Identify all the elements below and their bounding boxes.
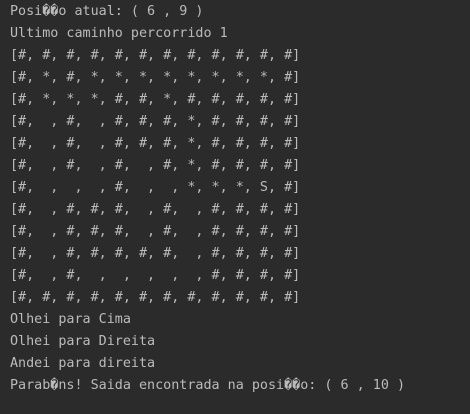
maze-row: [#, , #, , #, #, #, *, #, #, #, #] [10,136,301,151]
maze-row: [#, , #, #, #, #, #, , #, #, #, #] [10,246,301,261]
log-line: Olhei para Direita [10,334,156,349]
maze-row: [#, , , , #, , , *, *, *, S, #] [10,180,301,195]
current-position-line: Posi��o atual: ( 6 , 9 ) [10,4,204,19]
log-line: Andei para direita [10,356,156,371]
maze-row: [#, , #, #, #, , #, , #, #, #, #] [10,224,301,239]
exit-found-line: Parab�ns! Saida encontrada na posi��o: (… [10,378,406,393]
maze-row: [#, , #, #, #, , #, , #, #, #, #] [10,202,301,217]
console-output: Posi��o atual: ( 6 , 9 ) Ultimo caminho … [0,0,470,414]
maze-row: [#, , #, , , , , , #, #, #, #] [10,268,301,283]
maze-row: [#, , #, , #, #, #, *, #, #, #, #] [10,114,301,129]
log-line: Olhei para Cima [10,312,131,327]
last-path-line: Ultimo caminho percorrido 1 [10,26,228,41]
maze-row: [#, #, #, #, #, #, #, #, #, #, #, #] [10,48,301,63]
maze-row: [#, *, #, *, *, *, *, *, *, *, *, #] [10,70,301,85]
maze-row: [#, #, #, #, #, #, #, #, #, #, #, #] [10,290,301,305]
maze-row: [#, *, *, *, #, #, *, #, #, #, #, #] [10,92,301,107]
maze-row: [#, , #, , #, , #, *, #, #, #, #] [10,158,301,173]
